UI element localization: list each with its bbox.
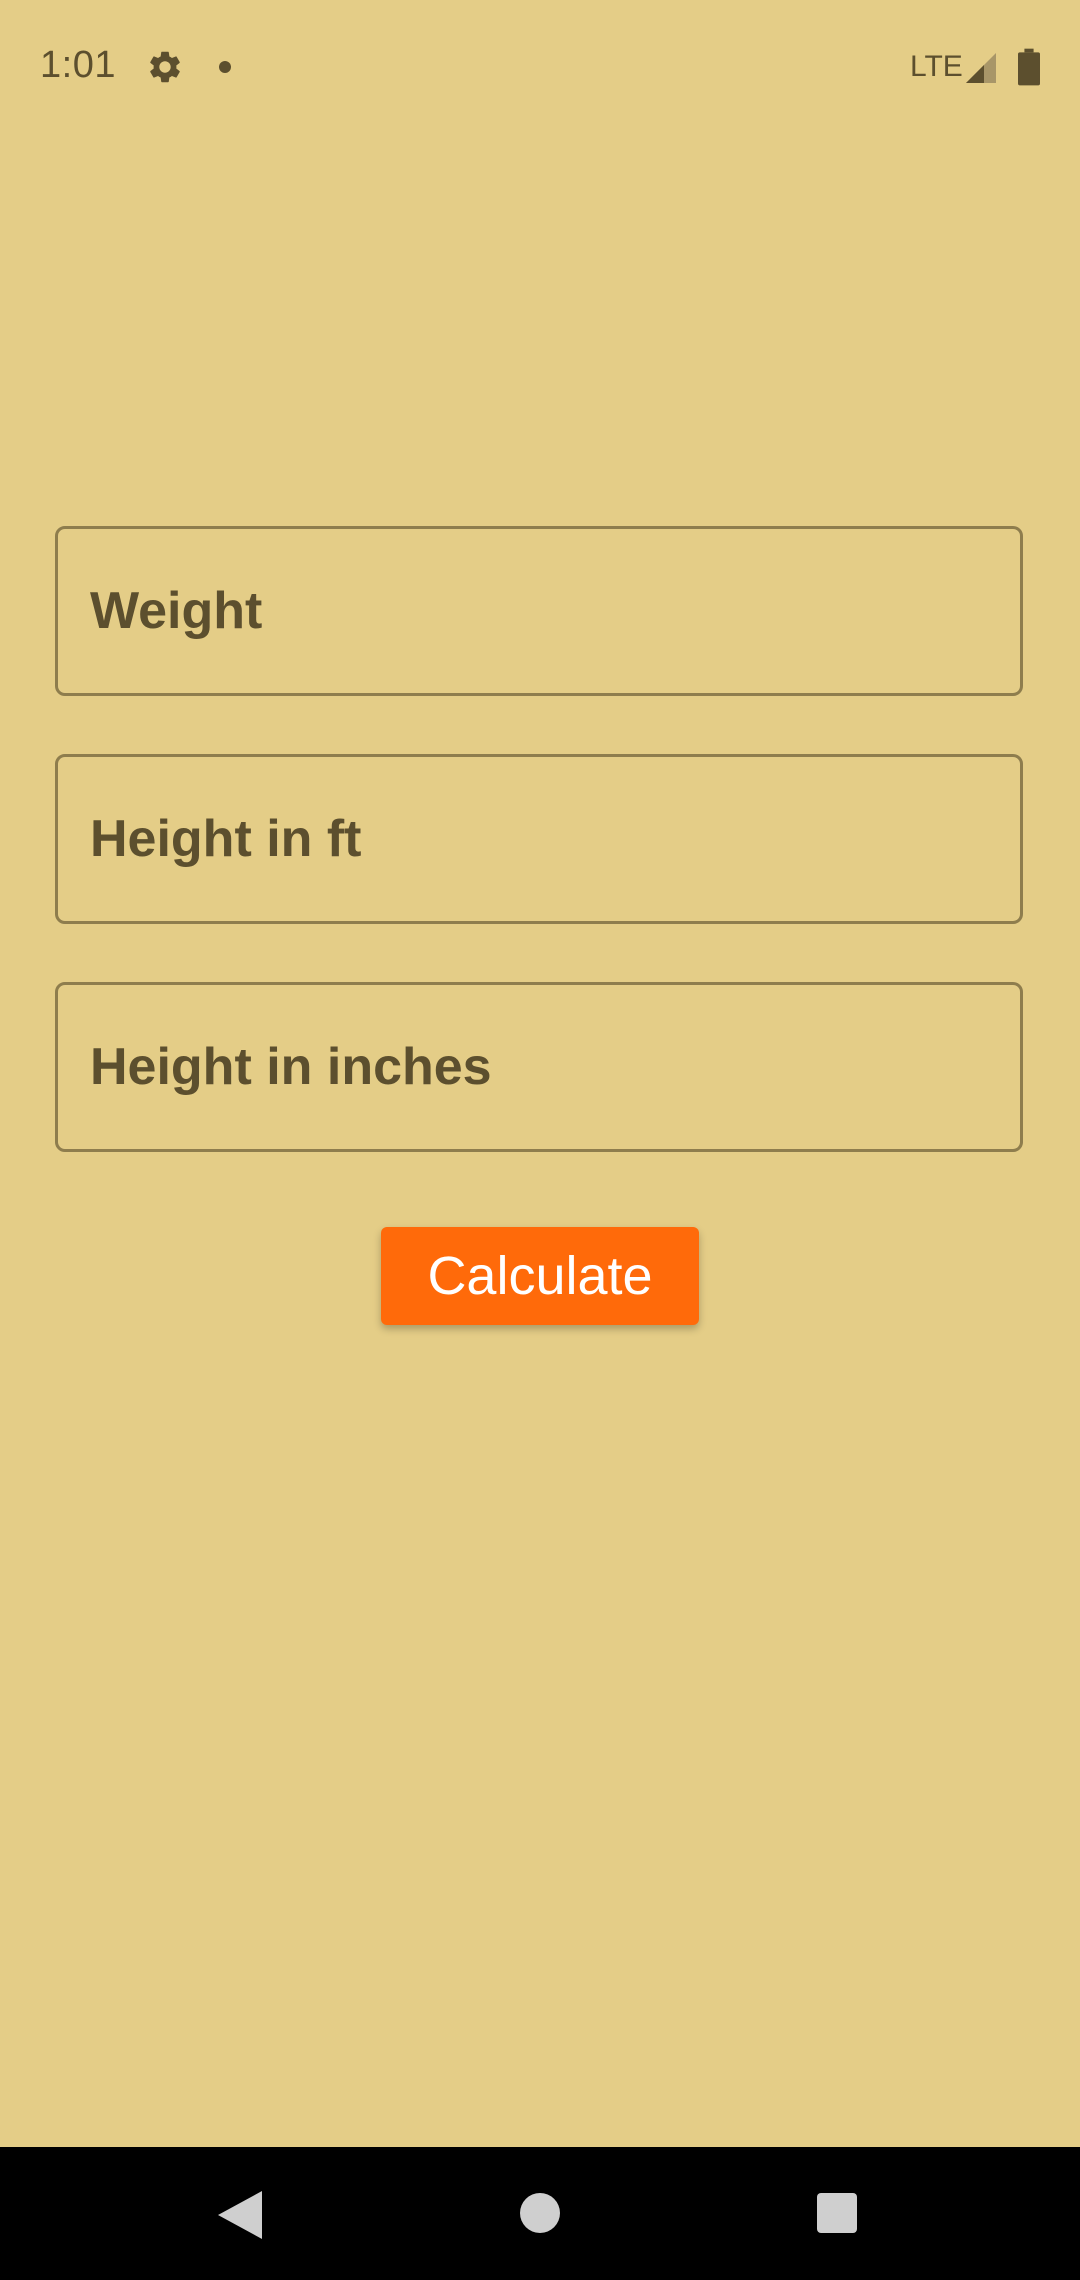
- height-ft-field: [55, 754, 1023, 924]
- recents-icon[interactable]: [817, 2193, 857, 2233]
- settings-icon: [150, 51, 180, 83]
- home-icon[interactable]: [520, 2193, 560, 2233]
- signal-icon: [966, 53, 996, 83]
- height-inches-field: [55, 982, 1023, 1152]
- status-bar: 1:01 LTE: [0, 0, 1080, 136]
- calculate-button[interactable]: Calculate: [381, 1227, 699, 1325]
- height-inches-input[interactable]: [58, 985, 1020, 1149]
- height-ft-input[interactable]: [58, 757, 1020, 921]
- notification-dot-icon: [219, 61, 231, 73]
- weight-field: [55, 526, 1023, 696]
- weight-input[interactable]: [58, 529, 1020, 693]
- network-type-label: LTE: [910, 50, 963, 83]
- battery-icon: [1018, 48, 1040, 86]
- status-time: 1:01: [40, 44, 116, 86]
- navigation-bar: [0, 2147, 1080, 2280]
- back-icon[interactable]: [218, 2191, 262, 2239]
